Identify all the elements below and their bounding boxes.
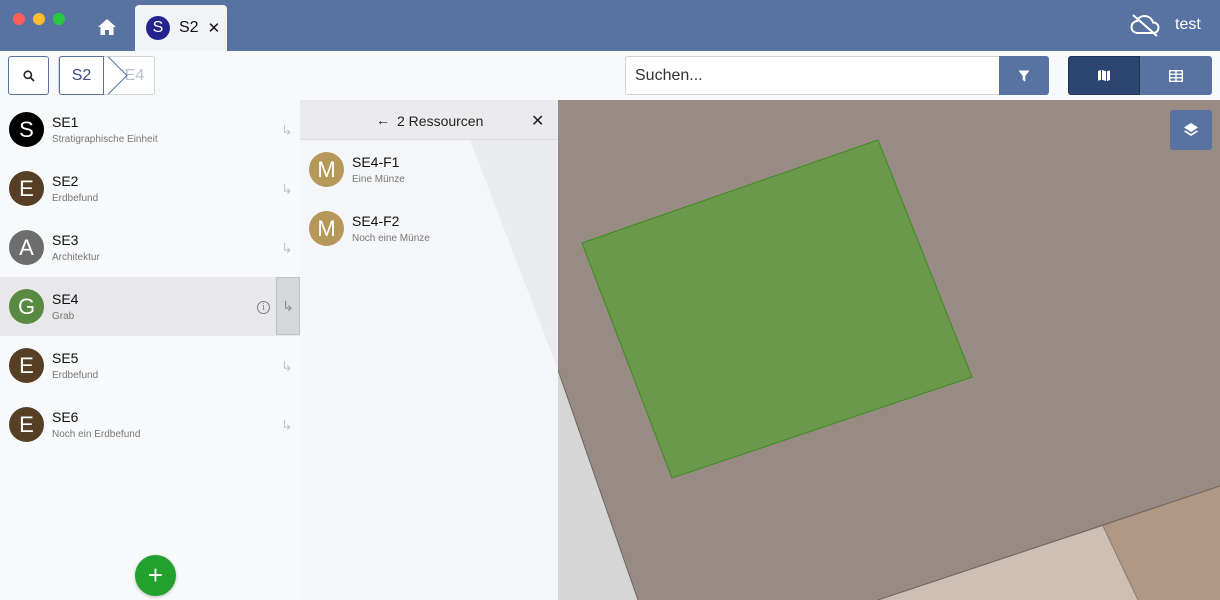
- show-children-icon[interactable]: ↳: [281, 240, 293, 257]
- back-arrow-icon[interactable]: ←: [376, 112, 390, 128]
- resource-short-description: Architektur: [52, 252, 100, 263]
- breadcrumb-item-s2[interactable]: S2: [59, 56, 104, 95]
- resource-short-description: Erdbefund: [52, 193, 99, 204]
- avatar: A: [9, 230, 44, 265]
- map-icon: [1098, 69, 1110, 82]
- info-icon[interactable]: i: [257, 301, 270, 314]
- avatar: M: [309, 152, 344, 187]
- avatar: E: [9, 407, 44, 442]
- cloud-off-icon[interactable]: [1130, 13, 1160, 37]
- list-item[interactable]: M SE4-F2 Noch eine Münze: [300, 199, 558, 258]
- resource-identifier: SE6: [52, 409, 79, 425]
- breadcrumb: SE4 S2: [58, 56, 155, 95]
- list-item[interactable]: E SE6 Noch ein Erdbefund ↳: [0, 395, 300, 454]
- home-icon: [98, 19, 116, 35]
- resource-identifier: SE4-F2: [352, 213, 400, 229]
- user-name[interactable]: test: [1175, 16, 1201, 34]
- show-children-button[interactable]: ↳: [276, 277, 300, 335]
- children-panel-header: ← 2 Ressourcen ✕: [300, 100, 558, 140]
- resource-identifier: SE4-F1: [352, 154, 400, 170]
- table-icon: [1169, 69, 1183, 82]
- resource-short-description: Noch eine Münze: [352, 233, 430, 244]
- maximize-window-button[interactable]: [53, 13, 65, 25]
- tab-s2[interactable]: S S2 ✕: [135, 5, 227, 51]
- show-children-icon: ↳: [282, 297, 294, 314]
- breadcrumb-label: S2: [71, 66, 92, 84]
- list-item-selected[interactable]: G SE4 Grab i ↳: [0, 277, 300, 336]
- resource-short-description: Erdbefund: [52, 370, 99, 381]
- resource-short-description: Eine Münze: [352, 174, 405, 185]
- resource-identifier: SE5: [52, 350, 79, 366]
- avatar: G: [9, 289, 44, 324]
- list-item[interactable]: A SE3 Architektur ↳: [0, 218, 300, 277]
- list-item[interactable]: E SE5 Erdbefund ↳: [0, 336, 300, 395]
- map-view[interactable]: [558, 100, 1220, 600]
- tab-close-icon[interactable]: ✕: [208, 19, 221, 37]
- resource-identifier: SE1: [52, 114, 79, 130]
- children-panel: ← 2 Ressourcen ✕ M SE4-F1 Eine Münze M S…: [300, 100, 558, 600]
- layers-icon: [1184, 123, 1198, 136]
- tab-avatar: S: [146, 16, 170, 40]
- avatar: E: [9, 348, 44, 383]
- filter-icon: [1018, 70, 1030, 81]
- children-panel-title: 2 Ressourcen: [397, 113, 484, 129]
- list-item[interactable]: E SE2 Erdbefund ↳: [0, 159, 300, 218]
- show-children-icon[interactable]: ↳: [281, 181, 293, 198]
- list-item[interactable]: S SE1 Stratigraphische Einheit ↳: [0, 100, 300, 159]
- resource-short-description: Grab: [52, 311, 75, 322]
- home-button[interactable]: [90, 10, 124, 44]
- search-toggle-button[interactable]: [8, 56, 49, 95]
- close-icon[interactable]: ✕: [531, 111, 544, 131]
- close-window-button[interactable]: [13, 13, 25, 25]
- title-bar: S S2 ✕ test: [0, 0, 1220, 51]
- map-canvas[interactable]: [558, 100, 1220, 600]
- resource-short-description: Noch ein Erdbefund: [52, 429, 141, 440]
- avatar: E: [9, 171, 44, 206]
- resource-identifier: SE4: [52, 291, 79, 307]
- search-icon: [22, 69, 35, 82]
- layers-button[interactable]: [1170, 110, 1212, 150]
- map-feature-geometry[interactable]: [581, 139, 973, 479]
- toolbar: SE4 S2: [0, 51, 1220, 100]
- resource-list: S SE1 Stratigraphische Einheit ↳ E SE2 E…: [0, 100, 300, 600]
- add-resource-button[interactable]: +: [135, 555, 176, 596]
- search-input[interactable]: [625, 56, 1000, 95]
- show-children-icon[interactable]: ↳: [281, 122, 293, 139]
- avatar: M: [309, 211, 344, 246]
- show-children-icon[interactable]: ↳: [281, 358, 293, 375]
- minimize-window-button[interactable]: [33, 13, 45, 25]
- tab-label: S2: [179, 19, 199, 36]
- map-view-button[interactable]: [1068, 56, 1140, 95]
- show-children-icon[interactable]: ↳: [281, 417, 293, 434]
- table-view-button[interactable]: [1140, 56, 1212, 95]
- avatar: S: [9, 112, 44, 147]
- resource-identifier: SE3: [52, 232, 79, 248]
- resource-short-description: Stratigraphische Einheit: [52, 134, 158, 145]
- list-item[interactable]: M SE4-F1 Eine Münze: [300, 140, 558, 199]
- resource-identifier: SE2: [52, 173, 79, 189]
- filter-button[interactable]: [999, 56, 1049, 95]
- map-area-bottom: [878, 526, 1138, 600]
